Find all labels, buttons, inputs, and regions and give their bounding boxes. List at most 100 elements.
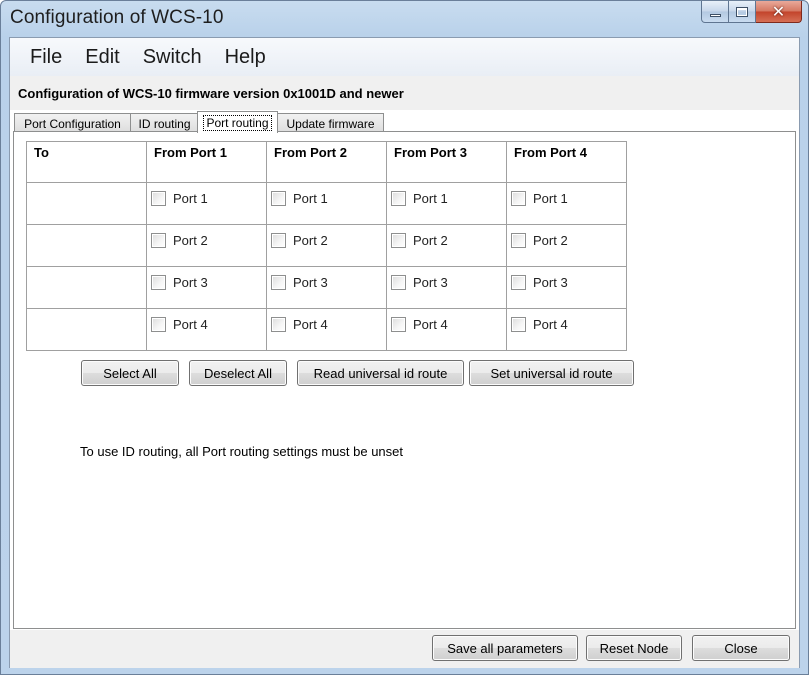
checkbox-label[interactable]: Port 1	[293, 191, 328, 206]
close-window-button[interactable]: ✕	[756, 1, 802, 23]
minimize-button[interactable]	[701, 1, 729, 23]
checkbox-box[interactable]	[391, 191, 406, 206]
checkbox-box[interactable]	[151, 317, 166, 332]
route-checkbox-from-2-to-2[interactable]: Port 2	[267, 225, 386, 248]
route-checkbox-from-4-to-1[interactable]: Port 1	[507, 183, 626, 206]
title-bar[interactable]: Configuration of WCS-10 ✕	[1, 1, 808, 37]
menu-help[interactable]: Help	[215, 42, 276, 73]
route-checkbox-from-3-to-2[interactable]: Port 2	[387, 225, 506, 248]
minimize-icon	[709, 14, 721, 17]
menu-bar: File Edit Switch Help	[10, 38, 799, 76]
route-checkbox-from-3-to-3[interactable]: Port 3	[387, 267, 506, 290]
menu-edit[interactable]: Edit	[75, 42, 129, 73]
route-checkbox-from-3-to-4[interactable]: Port 4	[387, 309, 506, 332]
tab-port-routing[interactable]: Port routing	[197, 111, 278, 133]
select-all-button[interactable]: Select All	[81, 360, 179, 386]
route-checkbox-from-1-to-1[interactable]: Port 1	[147, 183, 266, 206]
route-checkbox-from-1-to-3[interactable]: Port 3	[147, 267, 266, 290]
route-checkbox-from-1-to-4[interactable]: Port 4	[147, 309, 266, 332]
checkbox-box[interactable]	[271, 275, 286, 290]
header-from-port-2: From Port 2	[266, 141, 387, 183]
tab-label: Port routing	[203, 114, 272, 131]
checkbox-label[interactable]: Port 3	[413, 275, 448, 290]
checkbox-label[interactable]: Port 3	[173, 275, 208, 290]
save-all-parameters-button[interactable]: Save all parameters	[432, 635, 578, 661]
checkbox-box[interactable]	[391, 317, 406, 332]
close-button[interactable]: Close	[692, 635, 790, 661]
checkbox-box[interactable]	[271, 191, 286, 206]
header-from-port-1: From Port 1	[146, 141, 267, 183]
checkbox-box[interactable]	[511, 233, 526, 248]
checkbox-label[interactable]: Port 1	[533, 191, 568, 206]
checkbox-label[interactable]: Port 3	[533, 275, 568, 290]
window-title: Configuration of WCS-10	[10, 7, 224, 28]
route-cell: Port 2	[386, 224, 507, 267]
read-universal-id-route-button[interactable]: Read universal id route	[297, 360, 464, 386]
checkbox-label[interactable]: Port 4	[173, 317, 208, 332]
route-checkbox-from-3-to-1[interactable]: Port 1	[387, 183, 506, 206]
checkbox-label[interactable]: Port 2	[173, 233, 208, 248]
route-checkbox-from-2-to-4[interactable]: Port 4	[267, 309, 386, 332]
route-cell: Port 3	[146, 266, 267, 309]
route-checkbox-from-2-to-3[interactable]: Port 3	[267, 267, 386, 290]
menu-switch[interactable]: Switch	[133, 42, 212, 73]
route-cell: Port 2	[506, 224, 627, 267]
route-cell: Port 3	[386, 266, 507, 309]
checkbox-label[interactable]: Port 2	[293, 233, 328, 248]
checkbox-label[interactable]: Port 4	[413, 317, 448, 332]
table-row: Port 2 Port 2 Port 2 Port 2	[26, 224, 627, 267]
route-cell: Port 4	[146, 308, 267, 351]
tab-id-routing[interactable]: ID routing	[130, 113, 199, 133]
checkbox-label[interactable]: Port 4	[533, 317, 568, 332]
route-cell: Port 2	[266, 224, 387, 267]
route-cell: Port 3	[266, 266, 387, 309]
menu-file[interactable]: File	[20, 42, 72, 73]
header-from-port-3: From Port 3	[386, 141, 507, 183]
checkbox-box[interactable]	[391, 233, 406, 248]
checkbox-box[interactable]	[391, 275, 406, 290]
checkbox-label[interactable]: Port 1	[413, 191, 448, 206]
checkbox-box[interactable]	[511, 191, 526, 206]
route-checkbox-from-1-to-2[interactable]: Port 2	[147, 225, 266, 248]
checkbox-box[interactable]	[511, 275, 526, 290]
tab-label: Update firmware	[286, 116, 375, 131]
table-header-row: To From Port 1 From Port 2 From Port 3 F…	[26, 141, 627, 183]
checkbox-box[interactable]	[151, 191, 166, 206]
checkbox-label[interactable]: Port 2	[533, 233, 568, 248]
route-checkbox-from-4-to-2[interactable]: Port 2	[507, 225, 626, 248]
tab-label: Port Configuration	[24, 116, 121, 131]
route-cell: Port 1	[266, 182, 387, 225]
tab-label: ID routing	[138, 116, 191, 131]
footer-bar: Save all parameters Reset Node Close	[10, 630, 799, 668]
header-to: To	[26, 141, 147, 183]
table-row: Port 3 Port 3 Port 3 Port 3	[26, 266, 627, 309]
to-cell	[26, 266, 147, 309]
route-checkbox-from-4-to-3[interactable]: Port 3	[507, 267, 626, 290]
caption-buttons: ✕	[701, 1, 802, 23]
tab-update-firmware[interactable]: Update firmware	[277, 113, 384, 133]
table-row: Port 1 Port 1 Port 1 Port 1	[26, 182, 627, 225]
set-universal-id-route-button[interactable]: Set universal id route	[469, 360, 634, 386]
checkbox-label[interactable]: Port 1	[173, 191, 208, 206]
route-checkbox-from-4-to-4[interactable]: Port 4	[507, 309, 626, 332]
reset-node-button[interactable]: Reset Node	[586, 635, 682, 661]
to-cell	[26, 182, 147, 225]
checkbox-label[interactable]: Port 4	[293, 317, 328, 332]
checkbox-box[interactable]	[151, 275, 166, 290]
routing-table: To From Port 1 From Port 2 From Port 3 F…	[26, 141, 627, 351]
checkbox-box[interactable]	[151, 233, 166, 248]
table-row: Port 4 Port 4 Port 4 Port 4	[26, 308, 627, 351]
checkbox-box[interactable]	[511, 317, 526, 332]
checkbox-label[interactable]: Port 2	[413, 233, 448, 248]
route-cell: Port 4	[266, 308, 387, 351]
checkbox-box[interactable]	[271, 317, 286, 332]
route-cell: Port 2	[146, 224, 267, 267]
maximize-button[interactable]	[729, 1, 756, 23]
checkbox-box[interactable]	[271, 233, 286, 248]
deselect-all-button[interactable]: Deselect All	[189, 360, 287, 386]
to-cell	[26, 308, 147, 351]
tab-port-configuration[interactable]: Port Configuration	[14, 113, 131, 133]
route-checkbox-from-2-to-1[interactable]: Port 1	[267, 183, 386, 206]
checkbox-label[interactable]: Port 3	[293, 275, 328, 290]
config-heading: Configuration of WCS-10 firmware version…	[18, 86, 404, 101]
